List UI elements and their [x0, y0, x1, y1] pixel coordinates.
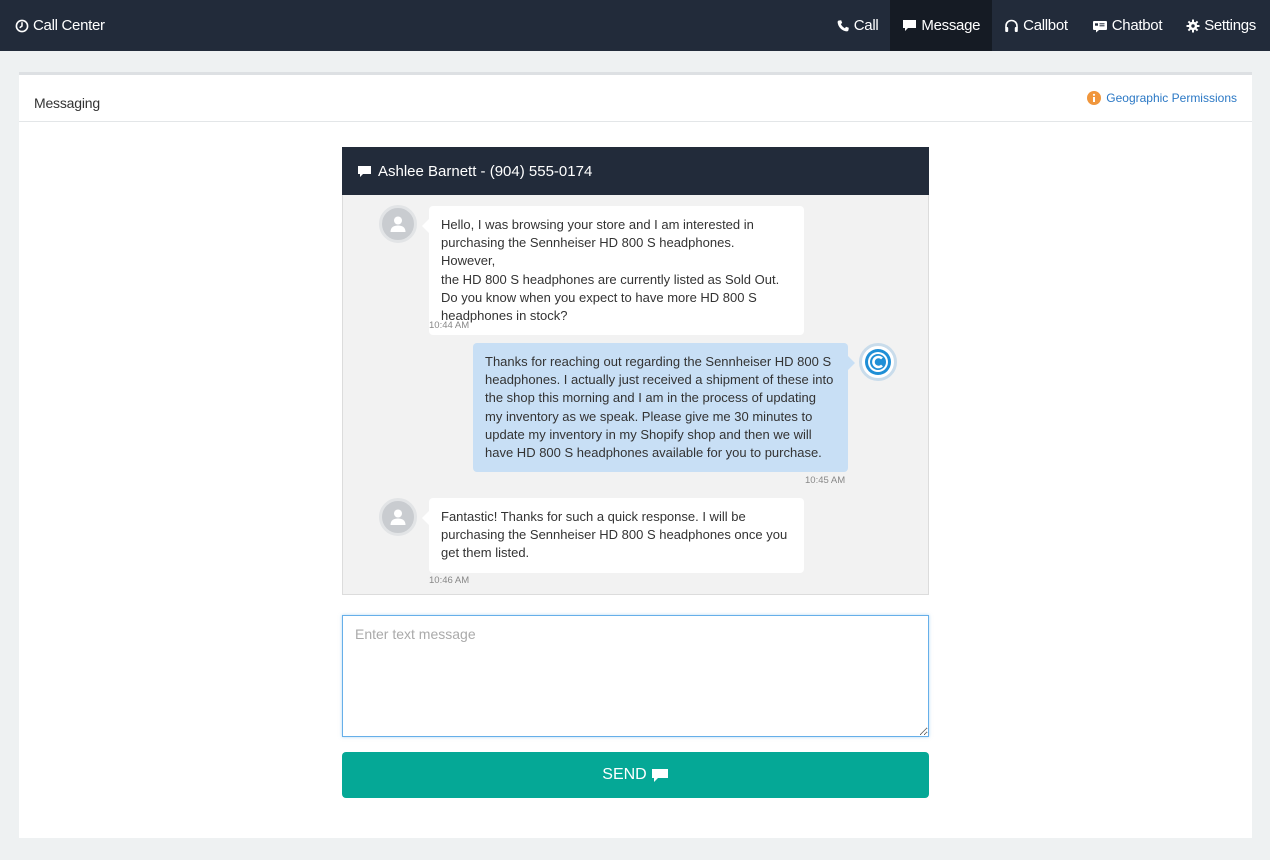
customer-avatar — [379, 498, 417, 536]
send-button-label: SEND — [602, 766, 647, 783]
info-icon — [1087, 91, 1102, 105]
message-bubble-incoming: Hello, I was browsing your store and I a… — [422, 206, 804, 336]
message-line: update my inventory in my Shopify shop a… — [485, 426, 812, 442]
nav-label-settings: Settings — [1204, 17, 1256, 34]
message-line: my inventory as we speak. Please give me… — [485, 408, 813, 424]
customer-avatar — [379, 205, 417, 243]
page-title: Messaging — [34, 95, 100, 111]
message-thread[interactable]: Hello, I was browsing your store and I a… — [342, 195, 929, 595]
message-line: the HD 800 S headphones are currently li… — [441, 271, 780, 287]
message-timestamp: 10:46 AM — [429, 575, 470, 586]
agent-avatar — [859, 343, 897, 381]
nav-item-settings[interactable]: Settings — [1174, 0, 1270, 51]
clock-icon — [15, 19, 29, 33]
message-line: the shop this morning and I am in the pr… — [485, 390, 816, 406]
message-bubble-outgoing: Thanks for reaching out regarding the Se… — [473, 343, 855, 473]
message-line: Fantastic! Thanks for such a quick respo… — [441, 509, 746, 524]
message-line: Thanks for reaching out regarding the Se… — [485, 354, 832, 369]
chat-bubble-icon — [651, 768, 669, 783]
user-silhouette-icon — [390, 509, 406, 525]
message-timestamp: 10:44 AM — [429, 320, 470, 331]
conversation-header: Ashlee Barnett - (904) 555-0174 — [342, 147, 929, 195]
message-input[interactable] — [342, 615, 929, 737]
nav-item-call[interactable]: Call — [824, 0, 891, 51]
panel-header: Messaging Geographic Permissions — [19, 75, 1252, 122]
message-line: get them listed. — [441, 545, 530, 561]
phone-icon — [836, 19, 850, 33]
nav-menu: Call Message Callbot Chatbot Settings — [824, 0, 1270, 51]
message-line: headphones. I actually just received a s… — [485, 372, 834, 388]
user-silhouette-icon — [390, 216, 406, 232]
conversation-window: Ashlee Barnett - (904) 555-0174 Hello, I… — [342, 147, 929, 595]
nav-label-chatbot: Chatbot — [1111, 17, 1163, 34]
message-line: Do you know when you expect to have more… — [441, 289, 757, 305]
message-line: headphones in stock? — [441, 308, 568, 324]
nav-label-call: Call — [853, 17, 879, 34]
brand-label: Call Center — [33, 17, 105, 34]
message-line: Hello, I was browsing your store and I a… — [441, 217, 754, 232]
agent-logo-icon — [865, 349, 891, 375]
brand-link[interactable]: Call Center — [15, 0, 105, 51]
message-line: have HD 800 S headphones available for y… — [485, 445, 822, 461]
contact-name: Ashlee Barnett - (904) 555-0174 — [378, 162, 593, 180]
message-timestamp: 10:45 AM — [805, 475, 846, 486]
nav-item-chatbot[interactable]: Chatbot — [1080, 0, 1174, 51]
geographic-permissions-label: Geographic Permissions — [1106, 91, 1237, 105]
chat-bubble-icon — [902, 19, 917, 32]
nav-label-callbot: Callbot — [1023, 17, 1068, 34]
messaging-panel: Messaging Geographic Permissions Ashlee … — [19, 72, 1252, 838]
geographic-permissions-link[interactable]: Geographic Permissions — [1087, 91, 1237, 105]
gear-icon — [1186, 19, 1200, 33]
top-navbar: Call Center Call Message Callbot Chatbot — [0, 0, 1270, 51]
message-line: purchasing the Sennheiser HD 800 S headp… — [441, 235, 735, 269]
chat-bubble-icon — [357, 165, 372, 178]
chatbot-icon — [1092, 19, 1108, 33]
nav-item-callbot[interactable]: Callbot — [992, 0, 1080, 51]
send-button[interactable]: SEND — [342, 752, 929, 798]
nav-item-message[interactable]: Message — [890, 0, 993, 51]
message-bubble-incoming: Fantastic! Thanks for such a quick respo… — [422, 498, 804, 573]
nav-label-message: Message — [921, 17, 981, 34]
message-line: purchasing the Sennheiser HD 800 S headp… — [441, 527, 788, 543]
headphones-icon — [1004, 19, 1019, 33]
